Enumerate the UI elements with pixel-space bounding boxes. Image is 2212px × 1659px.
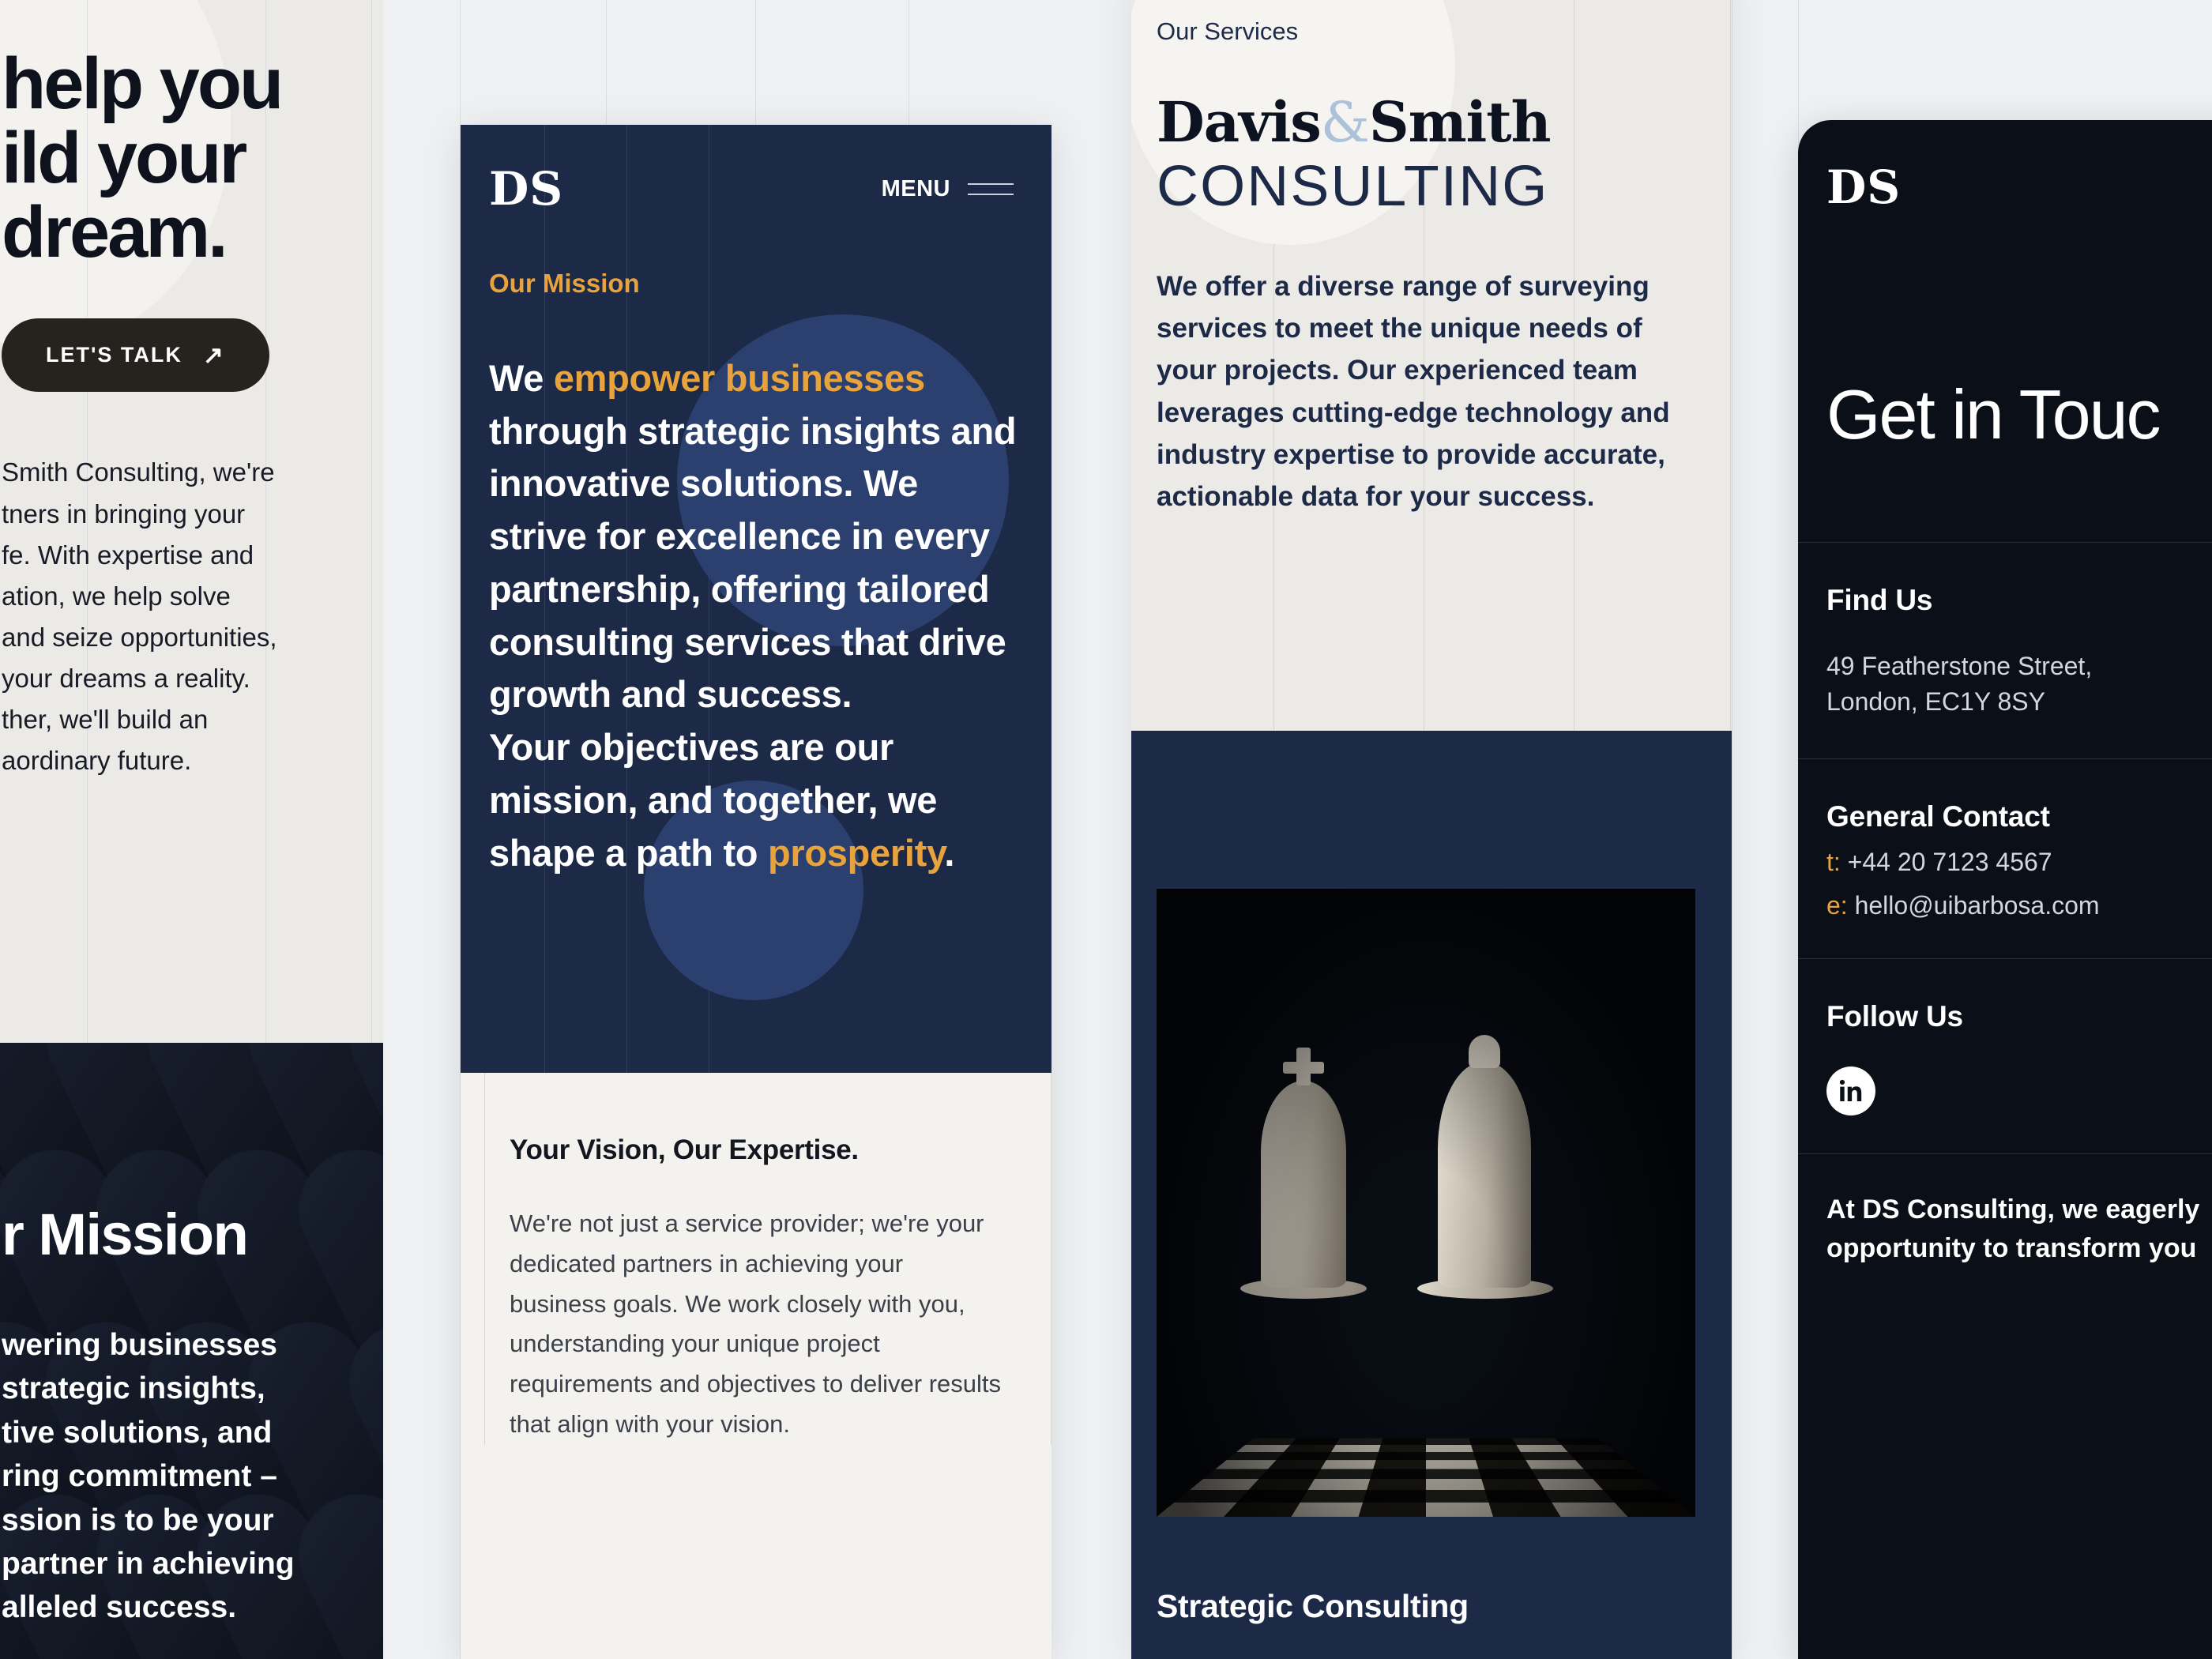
services-body: We offer a diverse range of surveying se… — [1157, 271, 1670, 512]
mission-heading-part-2: through strategic insights and innovativ… — [489, 409, 1017, 716]
email-value: hello@uibarbosa.com — [1854, 890, 2100, 920]
vision-divider-left — [484, 1073, 485, 1445]
general-contact-heading: General Contact — [1826, 799, 2050, 833]
phone-value: +44 20 7123 4567 — [1847, 847, 2052, 876]
phone-key: t: — [1826, 847, 1841, 876]
services-panel: Our Services Davis&Smith CONSULTING We o… — [1131, 0, 1732, 1659]
mission-dark-panel: r Mission wering businesses strategic in… — [0, 1043, 383, 1659]
brand-name-part-1: Davis — [1157, 89, 1322, 155]
mission-dark-title: r Mission — [2, 1202, 249, 1267]
phone-row[interactable]: t: +44 20 7123 4567 — [1826, 848, 2212, 877]
brand-ampersand: & — [1320, 90, 1370, 155]
general-contact-block: General Contact t: +44 20 7123 4567 e: h… — [1798, 759, 2212, 958]
linkedin-icon[interactable] — [1826, 1066, 1875, 1115]
mission-dark-body: wering businesses strategic insights, ti… — [2, 1328, 295, 1625]
follow-us-heading: Follow Us — [1826, 999, 1963, 1033]
hamburger-icon — [968, 182, 1014, 195]
contact-footer-text: At DS Consulting, we eagerly opportunity… — [1826, 1194, 2200, 1263]
contact-panel: DS Get in Touc Find Us 49 Featherstone S… — [1798, 120, 2212, 1659]
hero-panel: help you ild your dream. LET'S TALK ↗ Sm… — [0, 0, 383, 1059]
mission-heading-part-0: We — [489, 357, 554, 399]
menu-label: MENU — [881, 175, 950, 201]
hero-title: help you ild your dream. — [2, 43, 284, 273]
find-us-block: Find Us 49 Featherstone Street, London, … — [1798, 543, 2212, 758]
brand-subtitle: CONSULTING — [1157, 155, 1549, 218]
hero-body-text: Smith Consulting, we're tners in bringin… — [2, 457, 277, 776]
email-key: e: — [1826, 890, 1848, 920]
email-row[interactable]: e: hello@uibarbosa.com — [1826, 891, 2212, 920]
brand-name-part-2: Smith — [1369, 89, 1551, 155]
services-card-title: Strategic Consulting — [1157, 1588, 1469, 1624]
follow-us-block: Follow Us — [1798, 959, 2212, 1153]
contact-title: Get in Touc — [1826, 375, 2161, 453]
lets-talk-button[interactable]: LET'S TALK ↗ — [2, 318, 269, 393]
lets-talk-label: LET'S TALK — [46, 343, 182, 367]
ds-logo[interactable]: DS — [1826, 160, 1901, 214]
vision-section: Your Vision, Our Expertise. We're not ju… — [461, 1073, 1051, 1445]
chess-pieces-photo — [1157, 889, 1695, 1517]
find-us-heading: Find Us — [1826, 584, 1933, 616]
mission-navy-block: DS MENU Our Mission We empower businesse… — [461, 125, 1051, 1073]
brand-lockup: Davis&Smith CONSULTING — [1157, 95, 1732, 218]
services-feature-card: Strategic Consulting — [1131, 731, 1732, 1659]
mission-topbar: DS MENU — [461, 125, 1051, 212]
contact-footer: At DS Consulting, we eagerly opportunity… — [1798, 1154, 2212, 1268]
arrow-up-right-icon: ↗ — [202, 341, 225, 370]
ds-logo[interactable]: DS — [489, 166, 563, 212]
vision-body: We're not just a service provider; we're… — [510, 1209, 1002, 1439]
address-line-1: 49 Featherstone Street, — [1826, 652, 2093, 680]
mission-heading-part-5: . — [944, 831, 955, 874]
mission-heading-part-1: empower businesses — [553, 357, 925, 399]
address-line-2: London, EC1Y 8SY — [1826, 687, 2045, 717]
services-eyebrow: Our Services — [1157, 17, 1299, 45]
mission-panel: DS MENU Our Mission We empower businesse… — [461, 125, 1051, 1659]
vision-title: Your Vision, Our Expertise. — [510, 1134, 859, 1165]
photo-vignette — [1157, 889, 1695, 1517]
mission-heading-part-4: prosperity — [767, 831, 945, 874]
menu-button[interactable]: MENU — [882, 176, 1014, 202]
mission-heading: We empower businesses through strategic … — [489, 352, 1020, 879]
mission-eyebrow: Our Mission — [489, 269, 640, 298]
